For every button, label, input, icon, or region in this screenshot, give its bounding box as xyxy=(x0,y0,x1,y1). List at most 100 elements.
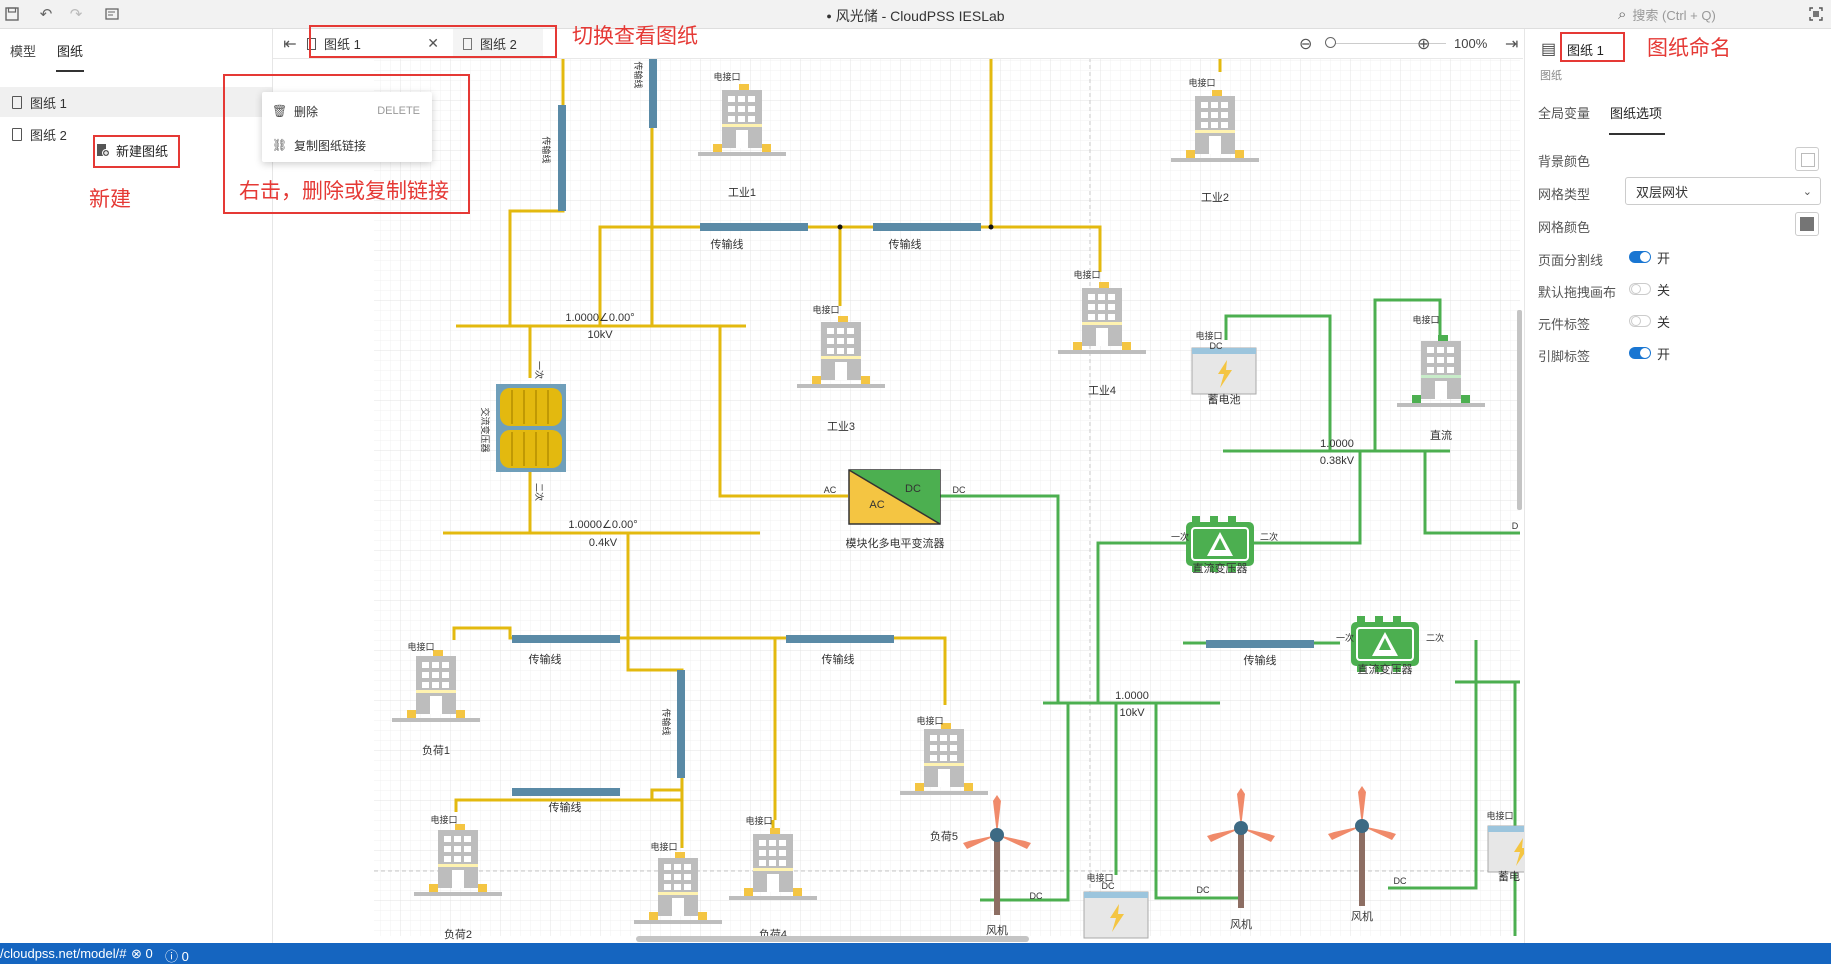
tline-label: 传输线 xyxy=(541,136,552,163)
port-label: 电接口 xyxy=(713,71,740,82)
bus-value: 1.0000∠0.00° xyxy=(568,519,637,531)
load-label: 负荷1 xyxy=(422,743,450,757)
right-panel: ▤ 图纸 1 图纸 全局变量 图纸选项 背景颜色 网格类型 双层网状 ⌄ 网格颜… xyxy=(1524,29,1831,943)
component-label-toggle[interactable] xyxy=(1629,315,1651,327)
sheet-sub-label: 图纸 xyxy=(1540,70,1562,82)
grid-color-label: 网格颜色 xyxy=(1538,220,1591,235)
battery-icon[interactable] xyxy=(1083,891,1149,939)
converter-dc-port: DC xyxy=(953,485,966,495)
bus-value: 1.0000∠0.00° xyxy=(565,312,634,324)
bus-value: 1.0000 xyxy=(1320,438,1354,450)
port-label: 电接口 xyxy=(430,814,457,825)
dc-tag: DC xyxy=(1210,341,1223,351)
error-count[interactable]: ⊗ 0 xyxy=(131,946,153,962)
grid-type-value: 双层网状 xyxy=(1636,184,1689,200)
dc-transformer-label: 直流变压器 xyxy=(1358,662,1413,676)
grid-type-label: 网格类型 xyxy=(1538,187,1591,202)
collapse-left-icon[interactable]: ⇤ xyxy=(277,29,303,58)
default-drag-toggle[interactable] xyxy=(1629,283,1651,295)
transformer-label: 交流变压器 xyxy=(480,407,491,452)
status-bar: /cloudpss.net/model/# ⊗ 0 ⓘ 0 xyxy=(0,943,1831,964)
transformer-secondary: 二次 xyxy=(534,483,545,501)
bg-color-label: 背景颜色 xyxy=(1538,154,1591,169)
chevron-down-icon: ⌄ xyxy=(1802,185,1812,198)
tline-label: 传输线 xyxy=(889,237,922,251)
component-label-value: 关 xyxy=(1657,315,1671,330)
port-label: 电接口 xyxy=(1188,77,1215,88)
tline-label: 传输线 xyxy=(711,237,744,251)
port-label: 电接口 xyxy=(1486,810,1513,821)
zoom-in-icon[interactable]: ⊕ xyxy=(1417,29,1430,58)
converter-ac-port: AC xyxy=(824,485,837,495)
info-count[interactable]: ⓘ 0 xyxy=(165,946,189,965)
wind-label: 风机 xyxy=(1230,917,1252,931)
dc-tag: DC xyxy=(1030,891,1043,901)
grid-color-chip xyxy=(1800,217,1814,231)
wind-label: 风机 xyxy=(1351,909,1373,923)
annotation-box-rename xyxy=(1560,32,1625,62)
page-split-label: 页面分割线 xyxy=(1538,253,1604,268)
bg-color-swatch[interactable] xyxy=(1795,147,1819,171)
dc-transformer-primary: 一次 xyxy=(1171,531,1189,542)
port-label: 电接口 xyxy=(1195,330,1222,341)
page-split-value: 开 xyxy=(1657,251,1671,266)
pin-label-toggle[interactable] xyxy=(1629,347,1651,359)
tline-label: 传输线 xyxy=(822,652,855,666)
grid-type-select[interactable]: 双层网状 ⌄ xyxy=(1625,177,1821,205)
tline-label: 传输线 xyxy=(1244,653,1277,667)
dc-transformer-secondary: 二次 xyxy=(1260,531,1278,542)
battery-icon[interactable] xyxy=(1191,347,1257,395)
tline-label: 传输线 xyxy=(661,708,672,735)
ac-dc-converter[interactable] xyxy=(848,469,941,525)
load-label: 负荷5 xyxy=(930,829,958,843)
port-label: 电接口 xyxy=(1073,269,1100,280)
converter-label: 模块化多电平变流器 xyxy=(846,536,945,550)
port-label: 电接口 xyxy=(745,815,772,826)
annotation-new: 新建 xyxy=(89,188,131,211)
port-label: 电接口 xyxy=(1086,872,1113,883)
port-label: 电接口 xyxy=(916,715,943,726)
bus-voltage: 10kV xyxy=(1119,707,1145,719)
battery-label: 蓄电池 xyxy=(1208,393,1241,406)
battery-label: 蓄电 xyxy=(1498,870,1520,883)
tab-sheet-options[interactable]: 图纸选项 xyxy=(1610,103,1662,122)
vertical-scrollbar[interactable] xyxy=(1517,310,1522,510)
tab-global-variables[interactable]: 全局变量 xyxy=(1538,103,1590,122)
load-label: 直流 xyxy=(1430,428,1452,442)
bus-voltage: 10kV xyxy=(587,329,613,341)
collapse-right-icon[interactable]: ⇥ xyxy=(1505,29,1518,58)
zoom-out-icon[interactable]: ⊖ xyxy=(1299,29,1312,58)
port-label: 电接口 xyxy=(1412,314,1439,325)
annotation-rename: 图纸命名 xyxy=(1647,37,1731,60)
load-label: 工业4 xyxy=(1088,384,1116,397)
ac-transformer[interactable] xyxy=(496,384,566,472)
dc-transformer-primary: 一次 xyxy=(1336,632,1354,643)
load-label: 工业3 xyxy=(827,420,855,433)
dc-tag: DC xyxy=(1197,885,1210,895)
sheet-icon: ▤ xyxy=(1541,41,1557,58)
dc-transformer-label: 直流变压器 xyxy=(1193,561,1248,575)
error-icon: ⊗ xyxy=(131,946,142,961)
page-split-toggle[interactable] xyxy=(1629,251,1651,263)
zoom-slider-knob[interactable] xyxy=(1325,37,1336,48)
tline-label: 传输线 xyxy=(529,652,562,666)
horizontal-scrollbar[interactable] xyxy=(636,936,1029,942)
annotation-box-new xyxy=(93,135,180,168)
annotation-box-tabs xyxy=(309,25,557,58)
load-label: 负荷2 xyxy=(444,927,472,941)
zoom-level: 100% xyxy=(1454,36,1488,51)
default-drag-label: 默认拖拽画布 xyxy=(1538,285,1617,300)
annotation-switch-view: 切换查看图纸 xyxy=(572,25,698,48)
error-count-value: 0 xyxy=(145,946,153,961)
port-label: 电接口 xyxy=(812,304,839,315)
tline-label: 传输线 xyxy=(549,800,582,814)
pin-label: 引脚标签 xyxy=(1538,349,1591,364)
pin-label-value: 开 xyxy=(1657,347,1671,362)
default-drag-value: 关 xyxy=(1657,283,1671,298)
port-label: 电接口 xyxy=(407,641,434,652)
info-icon: ⓘ xyxy=(165,949,179,964)
grid-color-swatch[interactable] xyxy=(1795,212,1819,236)
component-label: 元件标签 xyxy=(1538,317,1591,332)
bus-voltage: 0.38kV xyxy=(1320,455,1355,467)
dc-tag: D xyxy=(1512,521,1519,531)
